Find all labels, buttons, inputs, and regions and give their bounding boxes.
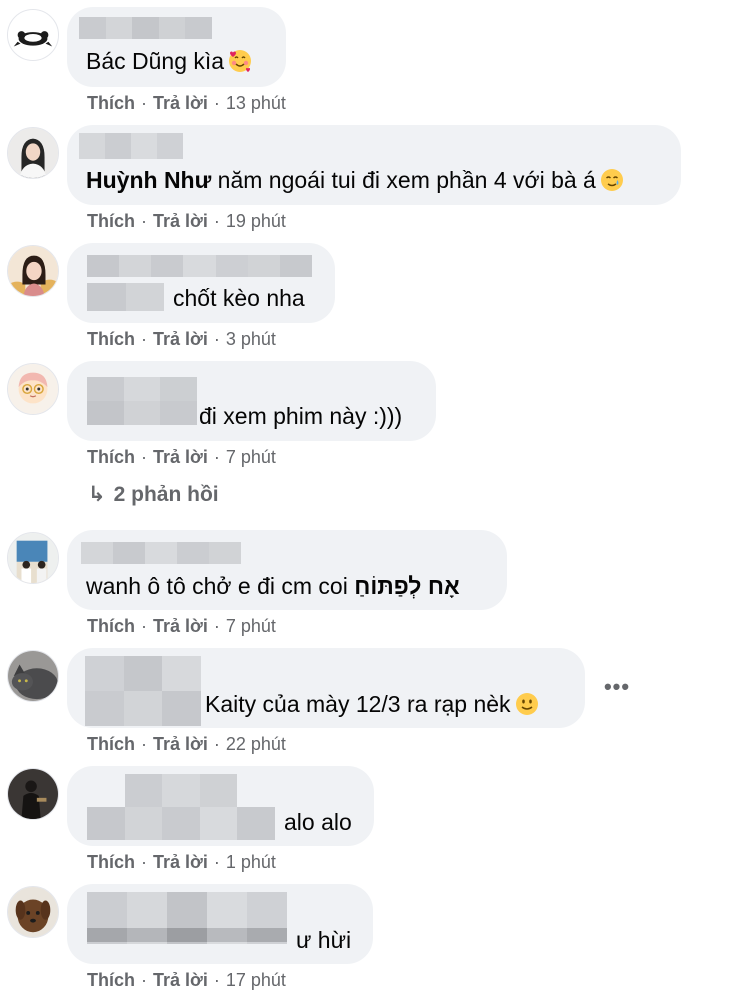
comment-timestamp[interactable]: 13 phút bbox=[226, 93, 286, 113]
avatar[interactable] bbox=[7, 9, 59, 61]
reply-button[interactable]: Trả lời bbox=[153, 329, 208, 349]
comment-text: Huỳnh Như năm ngoái tui đi xem phần 4 vớ… bbox=[86, 166, 624, 194]
comment-text: chốt kèo nha bbox=[173, 285, 305, 311]
like-button[interactable]: Thích bbox=[87, 93, 135, 113]
blurred-commenter-name bbox=[79, 17, 212, 39]
penguin-avatar-icon bbox=[8, 10, 58, 60]
comment-timestamp[interactable]: 17 phút bbox=[226, 970, 286, 990]
reply-button[interactable]: Trả lời bbox=[153, 734, 208, 754]
comment-text: ư hừi bbox=[296, 927, 352, 953]
comment-actions: Thích · Trả lời · 22 phút bbox=[87, 734, 286, 754]
like-button[interactable]: Thích bbox=[87, 734, 135, 754]
like-button[interactable]: Thích bbox=[87, 211, 135, 231]
comment-timestamp[interactable]: 7 phút bbox=[226, 447, 276, 467]
person-avatar-icon bbox=[8, 533, 58, 583]
blurred-commenter-name bbox=[87, 774, 275, 840]
comment-actions: Thích · Trả lời · 1 phút bbox=[87, 852, 276, 872]
reply-button[interactable]: Trả lời bbox=[153, 447, 208, 467]
blurred-commenter-name bbox=[87, 377, 197, 425]
view-replies-link[interactable]: ↳ 2 phản hồi bbox=[88, 482, 219, 507]
slightly-smiling-face-icon bbox=[515, 692, 539, 716]
comment-timestamp[interactable]: 19 phút bbox=[226, 211, 286, 231]
blurred-commenter-name bbox=[79, 133, 183, 159]
like-button[interactable]: Thích bbox=[87, 447, 135, 467]
comment-actions: Thích · Trả lời · 17 phút bbox=[87, 970, 286, 990]
avatar[interactable] bbox=[7, 127, 59, 179]
smiling-face-with-hearts-icon bbox=[228, 49, 252, 73]
person-avatar-icon bbox=[8, 128, 58, 178]
comment-timestamp[interactable]: 22 phút bbox=[226, 734, 286, 754]
blurred-commenter-name bbox=[85, 656, 201, 726]
comment-timestamp[interactable]: 1 phút bbox=[226, 852, 276, 872]
avatar[interactable] bbox=[7, 245, 59, 297]
avatar[interactable] bbox=[7, 363, 59, 415]
reply-button[interactable]: Trả lời bbox=[153, 93, 208, 113]
avatar[interactable] bbox=[7, 650, 59, 702]
more-options-button[interactable]: ••• bbox=[602, 672, 632, 702]
reply-button[interactable]: Trả lời bbox=[153, 616, 208, 636]
reply-button[interactable]: Trả lời bbox=[153, 970, 208, 990]
comment-text: Bác Dũng kìa bbox=[86, 47, 252, 75]
cat-avatar-icon bbox=[8, 651, 58, 701]
blurred-mention bbox=[87, 283, 164, 311]
comment-text: alo alo bbox=[284, 809, 352, 835]
comment-actions: Thích · Trả lời · 3 phút bbox=[87, 329, 276, 349]
person-avatar-icon bbox=[8, 246, 58, 296]
avatar[interactable] bbox=[7, 532, 59, 584]
avatar[interactable] bbox=[7, 886, 59, 938]
comment-text: Kaity của mày 12/3 ra rạp nèk bbox=[205, 690, 539, 718]
comment-actions: Thích · Trả lời · 13 phút bbox=[87, 93, 286, 113]
reply-button[interactable]: Trả lời bbox=[153, 852, 208, 872]
reply-arrow-icon: ↳ bbox=[88, 483, 106, 506]
comment-text: đi xem phim này :))) bbox=[199, 403, 403, 429]
dog-avatar-icon bbox=[8, 887, 58, 937]
blurred-commenter-name bbox=[81, 542, 241, 564]
comment-timestamp[interactable]: 3 phút bbox=[226, 329, 276, 349]
blurred-commenter-name bbox=[87, 255, 312, 277]
smiling-face-with-tear-icon bbox=[600, 168, 624, 192]
like-button[interactable]: Thích bbox=[87, 329, 135, 349]
like-button[interactable]: Thích bbox=[87, 970, 135, 990]
comment-actions: Thích · Trả lời · 7 phút bbox=[87, 447, 276, 467]
comment-timestamp[interactable]: 7 phút bbox=[226, 616, 276, 636]
blurred-text bbox=[87, 928, 287, 942]
like-button[interactable]: Thích bbox=[87, 852, 135, 872]
comment-actions: Thích · Trả lời · 7 phút bbox=[87, 616, 276, 636]
cartoon-avatar-icon bbox=[8, 364, 58, 414]
reply-button[interactable]: Trả lời bbox=[153, 211, 208, 231]
person-avatar-icon bbox=[8, 769, 58, 819]
comment-text: wanh ô tô chở e đi cm coi אָח לְפַתּוֹחַ bbox=[86, 573, 460, 599]
avatar[interactable] bbox=[7, 768, 59, 820]
comment-actions: Thích · Trả lời · 19 phút bbox=[87, 211, 286, 231]
tagged-user[interactable]: Huỳnh Như bbox=[86, 167, 211, 193]
like-button[interactable]: Thích bbox=[87, 616, 135, 636]
